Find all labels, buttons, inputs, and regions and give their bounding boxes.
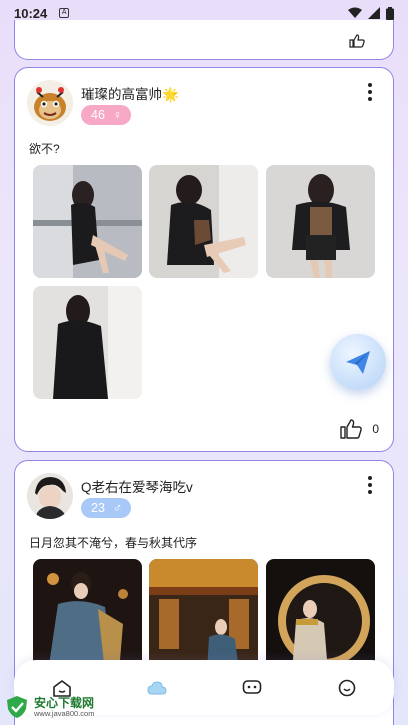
post-photo[interactable] (266, 165, 375, 278)
like-count: 0 (372, 422, 379, 436)
post-photo[interactable] (149, 559, 258, 672)
male-icon: ♂ (112, 501, 123, 515)
signal-icon (368, 7, 380, 19)
status-time: 10:24 (14, 5, 48, 21)
notification-icon: A (59, 8, 70, 18)
more-options-icon[interactable] (367, 83, 373, 101)
tab-messages[interactable] (232, 668, 272, 708)
post-text: 日月忽其不淹兮，春与秋其代序 (29, 536, 198, 550)
age-label: 46 (91, 108, 105, 122)
avatar-image (27, 80, 73, 126)
username[interactable]: 璀璨的高富帅🌟 (81, 83, 179, 103)
post-photo[interactable] (33, 286, 142, 399)
more-options-icon[interactable] (367, 476, 373, 494)
message-icon (242, 679, 261, 694)
battery-icon (386, 6, 394, 20)
profile-icon (338, 679, 355, 696)
thumbs-up-icon[interactable] (340, 419, 363, 439)
watermark-url: www.java800.com (34, 708, 95, 718)
wifi-icon (348, 7, 362, 18)
username[interactable]: Q老右在爱琴海吃v (81, 476, 193, 496)
paper-plane-icon (346, 351, 370, 374)
post-card[interactable]: 璀璨的高富帅🌟 46 ♀ 欲不? 0 (14, 67, 394, 452)
avatar[interactable] (27, 473, 73, 519)
watermark-title: 安心下载网 (34, 695, 95, 710)
post-text: 欲不? (29, 142, 60, 156)
age-gender-badge: 46 ♀ (81, 105, 131, 125)
previous-post-card (14, 20, 394, 60)
age-gender-badge: 23 ♂ (81, 498, 131, 518)
tab-profile[interactable] (327, 668, 367, 708)
like-icon[interactable] (349, 34, 365, 48)
like-area[interactable]: 0 (340, 419, 379, 439)
shield-logo-icon (7, 696, 27, 718)
avatar[interactable] (27, 80, 73, 126)
age-label: 23 (91, 501, 105, 515)
send-post-button[interactable] (330, 334, 386, 390)
watermark: 安心下载网 www.java800.com (4, 694, 94, 720)
avatar-image (27, 473, 73, 519)
post-photo[interactable] (33, 165, 142, 278)
status-icons (348, 6, 394, 20)
post-photo[interactable] (33, 559, 142, 672)
cloud-icon (146, 680, 167, 694)
tab-square[interactable] (137, 668, 177, 708)
post-photo[interactable] (149, 165, 258, 278)
female-icon: ♀ (112, 108, 123, 122)
post-photo[interactable] (266, 559, 375, 672)
